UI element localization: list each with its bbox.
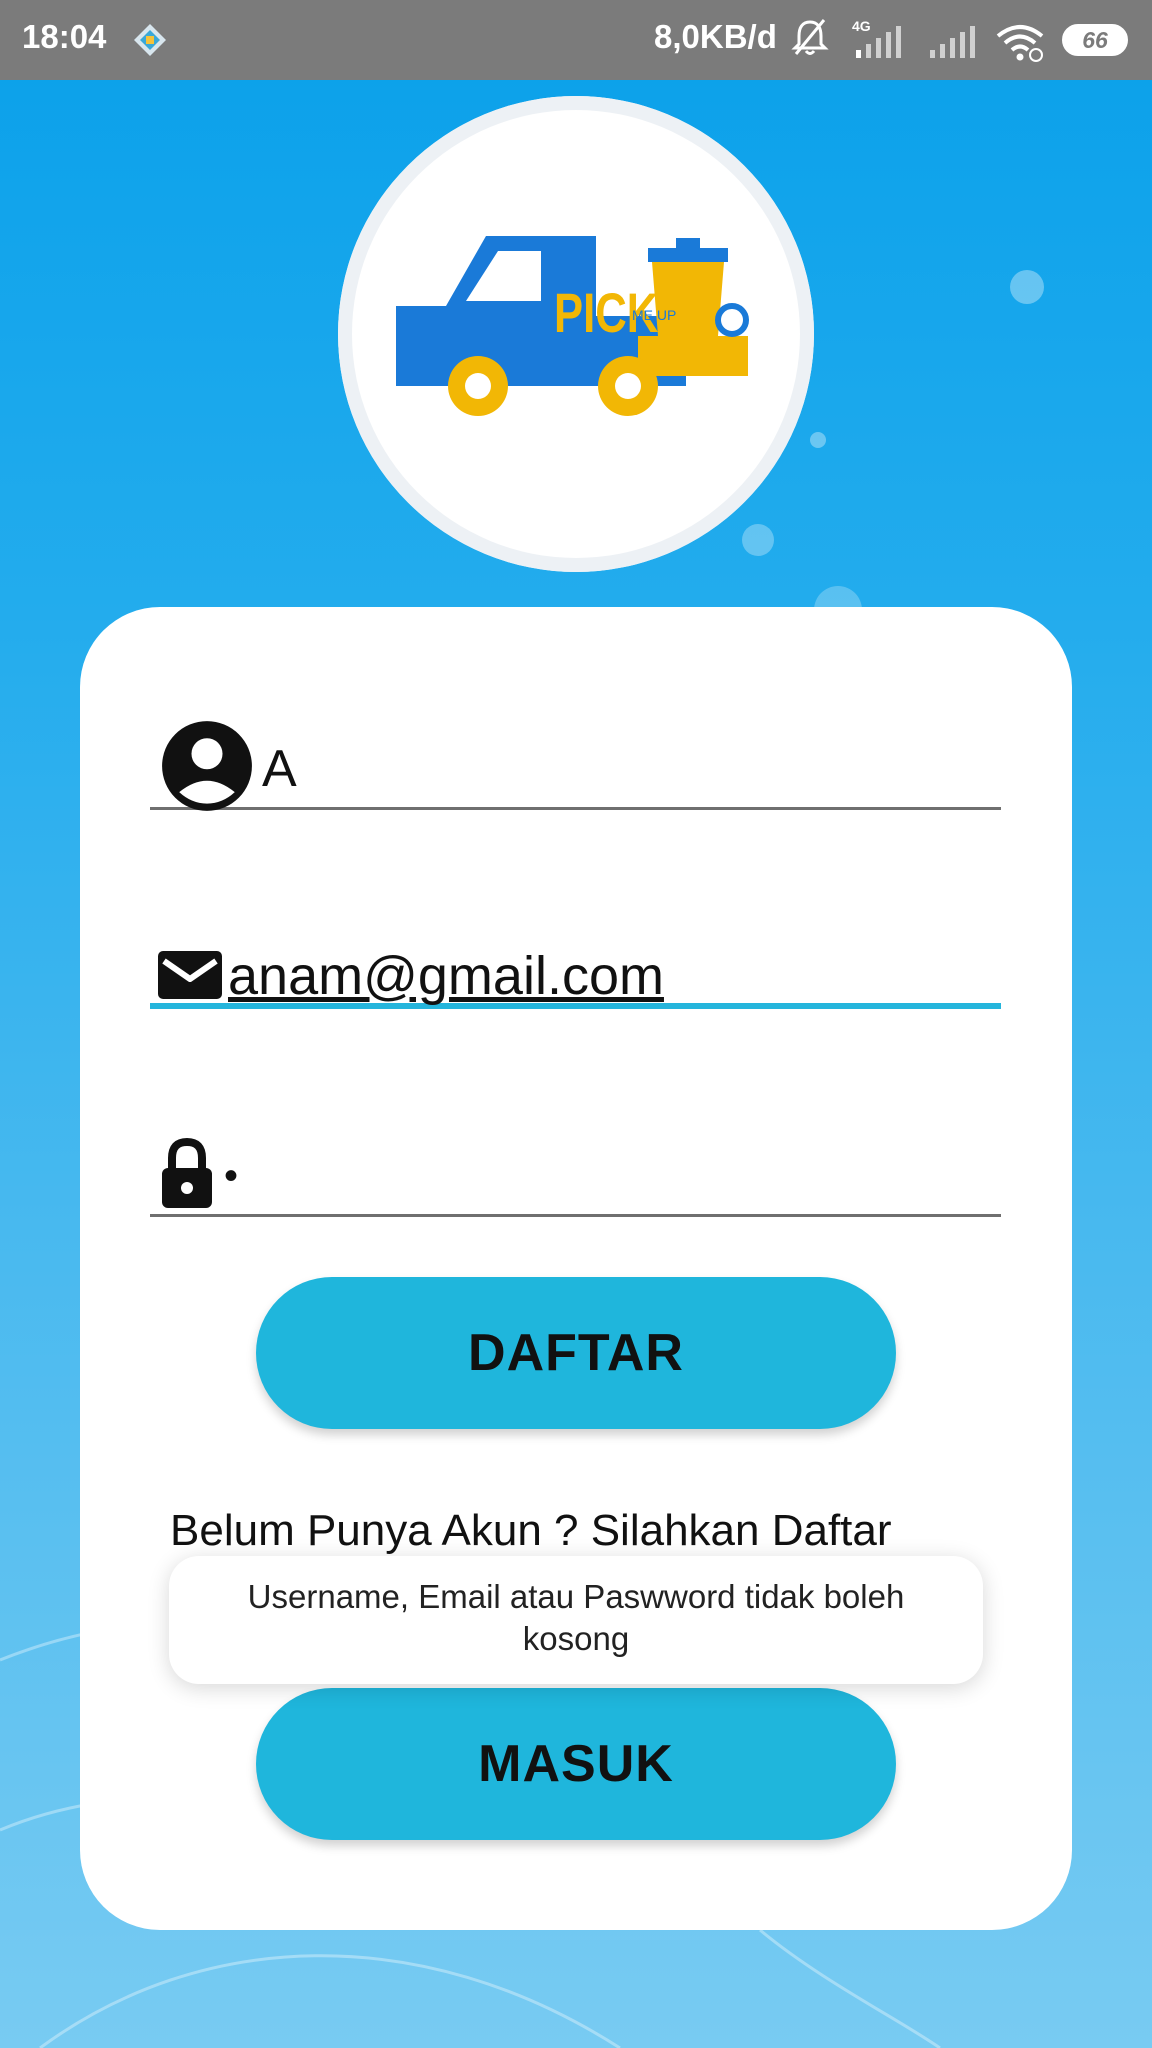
register-card: A anam@gmail.com • DAFTAR Belum Punya Ak… — [80, 607, 1072, 1930]
account-circle-icon — [162, 721, 252, 811]
signal-strength-icon-2 — [930, 26, 975, 58]
app-logo: PICK ME UP — [338, 96, 814, 572]
login-button[interactable]: MASUK — [256, 1688, 896, 1840]
username-value: A — [262, 740, 297, 798]
register-button[interactable]: DAFTAR — [256, 1277, 896, 1429]
status-bar: 18:04 8,0KB/d 4G 66 — [0, 0, 1152, 80]
toast-message: Username, Email atau Paswword tidak bole… — [169, 1556, 983, 1684]
logo-text-me-up: ME UP — [632, 307, 676, 323]
pickup-truck-logo-icon: PICK ME UP — [396, 236, 749, 416]
username-field[interactable]: A — [150, 707, 1001, 811]
password-field[interactable]: • — [150, 1114, 1001, 1217]
battery-indicator: 66 — [1062, 24, 1128, 56]
status-time: 18:04 — [22, 18, 107, 55]
lock-icon — [162, 1138, 212, 1208]
email-value: anam@gmail.com — [228, 946, 664, 1006]
mute-bell-icon — [791, 19, 829, 55]
network-speed: 8,0KB/d — [654, 18, 777, 55]
wifi-icon — [996, 25, 1044, 62]
register-hint-text[interactable]: Belum Punya Akun ? Silahkan Daftar — [170, 1502, 930, 1560]
signal-strength-icon — [856, 26, 901, 58]
email-field[interactable]: anam@gmail.com — [150, 903, 1001, 1009]
password-value: • — [224, 1154, 239, 1198]
app-notification-icon — [134, 24, 166, 56]
email-icon — [158, 951, 222, 999]
